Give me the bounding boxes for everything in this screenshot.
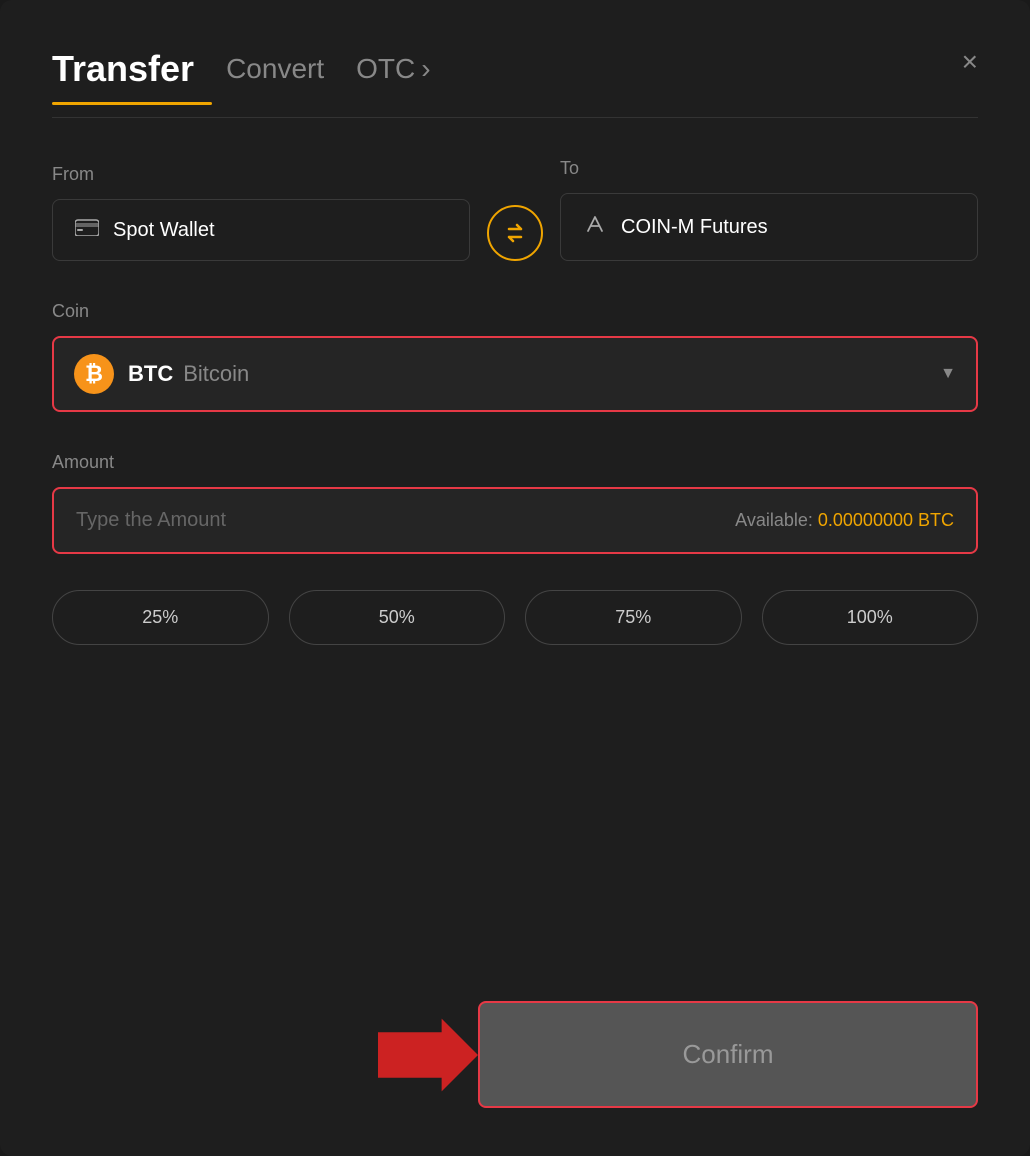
chevron-down-icon: ▼	[940, 365, 956, 383]
confirm-button[interactable]: Confirm	[478, 1001, 978, 1108]
modal-header: Transfer Convert OTC › ×	[52, 48, 978, 90]
transfer-modal: Transfer Convert OTC › × From Spot Walle…	[0, 0, 1030, 1156]
coin-label: Coin	[52, 301, 978, 322]
swap-icon	[502, 220, 528, 246]
btc-coin-icon: ₿	[74, 354, 114, 394]
percent-50-button[interactable]: 50%	[289, 590, 506, 645]
arrow-svg	[378, 1010, 478, 1100]
futures-arrow-icon	[583, 212, 607, 242]
tab-otc[interactable]: OTC ›	[356, 53, 430, 85]
tab-transfer[interactable]: Transfer	[52, 48, 194, 90]
percent-100-button[interactable]: 100%	[762, 590, 979, 645]
red-arrow-indicator	[378, 1015, 478, 1095]
from-wallet-name: Spot Wallet	[113, 219, 215, 242]
transfer-arrow-wrapper	[470, 171, 560, 261]
from-label: From	[52, 164, 470, 185]
close-button[interactable]: ×	[962, 48, 978, 76]
swap-direction-button[interactable]	[487, 205, 543, 261]
amount-label: Amount	[52, 452, 978, 473]
from-group: From Spot Wallet	[52, 164, 470, 261]
from-wallet-selector[interactable]: Spot Wallet	[52, 199, 470, 261]
percent-25-button[interactable]: 25%	[52, 590, 269, 645]
from-to-section: From Spot Wallet To	[52, 158, 978, 261]
wallet-card-icon	[75, 218, 99, 242]
available-text: Available: 0.00000000 BTC	[735, 510, 954, 531]
to-wallet-name: COIN-M Futures	[621, 216, 768, 239]
percent-75-button[interactable]: 75%	[525, 590, 742, 645]
available-amount: 0.00000000 BTC	[818, 510, 954, 530]
amount-input-box: Available: 0.00000000 BTC	[52, 487, 978, 554]
chevron-right-icon: ›	[421, 53, 430, 85]
header-divider	[52, 117, 978, 118]
tab-convert[interactable]: Convert	[226, 53, 324, 85]
to-wallet-selector[interactable]: COIN-M Futures	[560, 193, 978, 261]
amount-input[interactable]	[76, 509, 735, 532]
coin-selector-dropdown[interactable]: ₿ BTC Bitcoin ▼	[52, 336, 978, 412]
to-group: To COIN-M Futures	[560, 158, 978, 261]
confirm-section: Confirm	[52, 1001, 978, 1108]
to-label: To	[560, 158, 978, 179]
coin-symbol: BTC	[128, 361, 173, 387]
amount-section: Amount Available: 0.00000000 BTC	[52, 452, 978, 554]
coin-section: Coin ₿ BTC Bitcoin ▼	[52, 301, 978, 412]
percent-buttons-row: 25% 50% 75% 100%	[52, 590, 978, 645]
coin-full-name: Bitcoin	[183, 361, 249, 387]
